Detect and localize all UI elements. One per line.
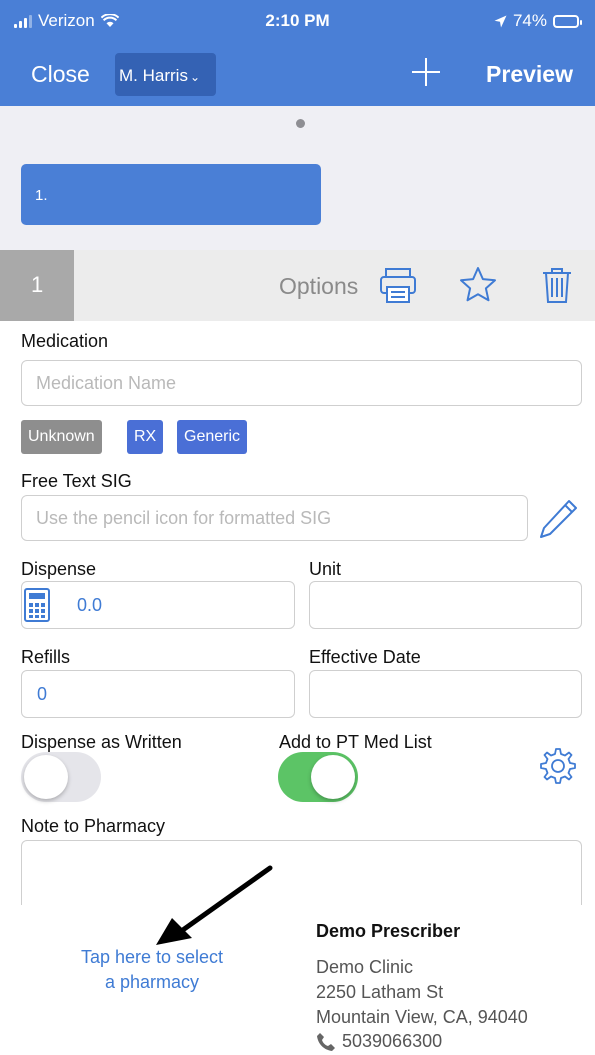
toggle-knob: [311, 755, 355, 799]
clinic-name: Demo Clinic: [316, 957, 414, 977]
sig-placeholder: Use the pencil icon for formatted SIG: [36, 508, 332, 528]
effective-date-label: Effective Date: [309, 647, 421, 667]
unit-input[interactable]: [309, 581, 582, 629]
preview-button[interactable]: Preview: [486, 61, 573, 88]
page-indicator-dot: [296, 119, 305, 128]
unit-label: Unit: [309, 559, 342, 579]
refills-value: 0: [37, 684, 48, 704]
dispense-input[interactable]: 0.0: [21, 581, 295, 629]
medication-input[interactable]: Medication Name: [21, 360, 582, 406]
status-right: 74%: [494, 11, 582, 31]
gear-icon[interactable]: [539, 747, 577, 785]
pencil-icon[interactable]: [538, 497, 580, 541]
location-icon: [494, 15, 507, 27]
options-row: 1 Options: [0, 250, 595, 321]
status-bar: Verizon 2:10 PM 74%: [0, 0, 595, 44]
dispense-label: Dispense: [21, 559, 97, 579]
phone-icon: [317, 1032, 335, 1051]
star-icon[interactable]: [458, 265, 498, 305]
toggle-knob: [24, 755, 68, 799]
phone-row: 5039066300: [316, 1031, 442, 1052]
printer-icon[interactable]: [378, 265, 418, 305]
sig-label: Free Text SIG: [21, 471, 132, 491]
address-line1: 2250 Latham St: [316, 982, 444, 1002]
select-pharmacy-line1: Tap here to select: [80, 947, 224, 967]
note-to-pharmacy-input[interactable]: [21, 840, 582, 905]
prescription-number: 1: [0, 250, 74, 321]
add-to-pt-med-list-toggle[interactable]: [278, 752, 358, 802]
prescription-tab[interactable]: 1.: [21, 164, 321, 225]
battery-percent: 74%: [512, 11, 547, 30]
select-pharmacy-line2: a pharmacy: [104, 972, 200, 992]
sig-input[interactable]: Use the pencil icon for formatted SIG: [21, 495, 528, 541]
refills-input[interactable]: 0: [21, 670, 295, 718]
plus-icon[interactable]: [410, 56, 442, 88]
generic-chip[interactable]: Generic: [177, 420, 248, 454]
add-to-pt-med-list-label: Add to PT Med List: [279, 732, 432, 752]
medication-label: Medication: [21, 331, 109, 351]
rx-chip[interactable]: RX: [127, 420, 164, 454]
close-button[interactable]: Close: [31, 61, 90, 88]
options-button[interactable]: Options: [279, 273, 358, 300]
refills-label: Refills: [21, 647, 71, 667]
user-label: M. Harris: [119, 66, 188, 85]
chevron-down-icon: ⌄: [189, 70, 201, 84]
effective-date-input[interactable]: [309, 670, 582, 718]
dispense-as-written-toggle[interactable]: [21, 752, 101, 802]
user-select-button[interactable]: M. Harris ⌄: [115, 53, 216, 96]
dispense-value: 0.0: [77, 595, 103, 615]
dispense-as-written-label: Dispense as Written: [21, 732, 182, 752]
medication-placeholder: Medication Name: [36, 373, 177, 393]
address-line2: Mountain View, CA, 94040: [316, 1007, 528, 1027]
unknown-chip[interactable]: Unknown: [21, 420, 102, 454]
battery-icon: [553, 14, 582, 28]
calculator-icon[interactable]: [24, 588, 50, 622]
trash-icon[interactable]: [537, 265, 577, 305]
phone-number: 5039066300: [342, 1031, 443, 1051]
prescriber-name: Demo Prescriber: [316, 921, 461, 941]
nav-bar: Close M. Harris ⌄ Preview: [0, 44, 595, 106]
prescription-tab-label: 1.: [35, 187, 48, 204]
select-pharmacy-link[interactable]: Tap here to select a pharmacy: [42, 945, 262, 995]
note-to-pharmacy-label: Note to Pharmacy: [21, 816, 166, 836]
arrow-icon: [156, 865, 273, 945]
